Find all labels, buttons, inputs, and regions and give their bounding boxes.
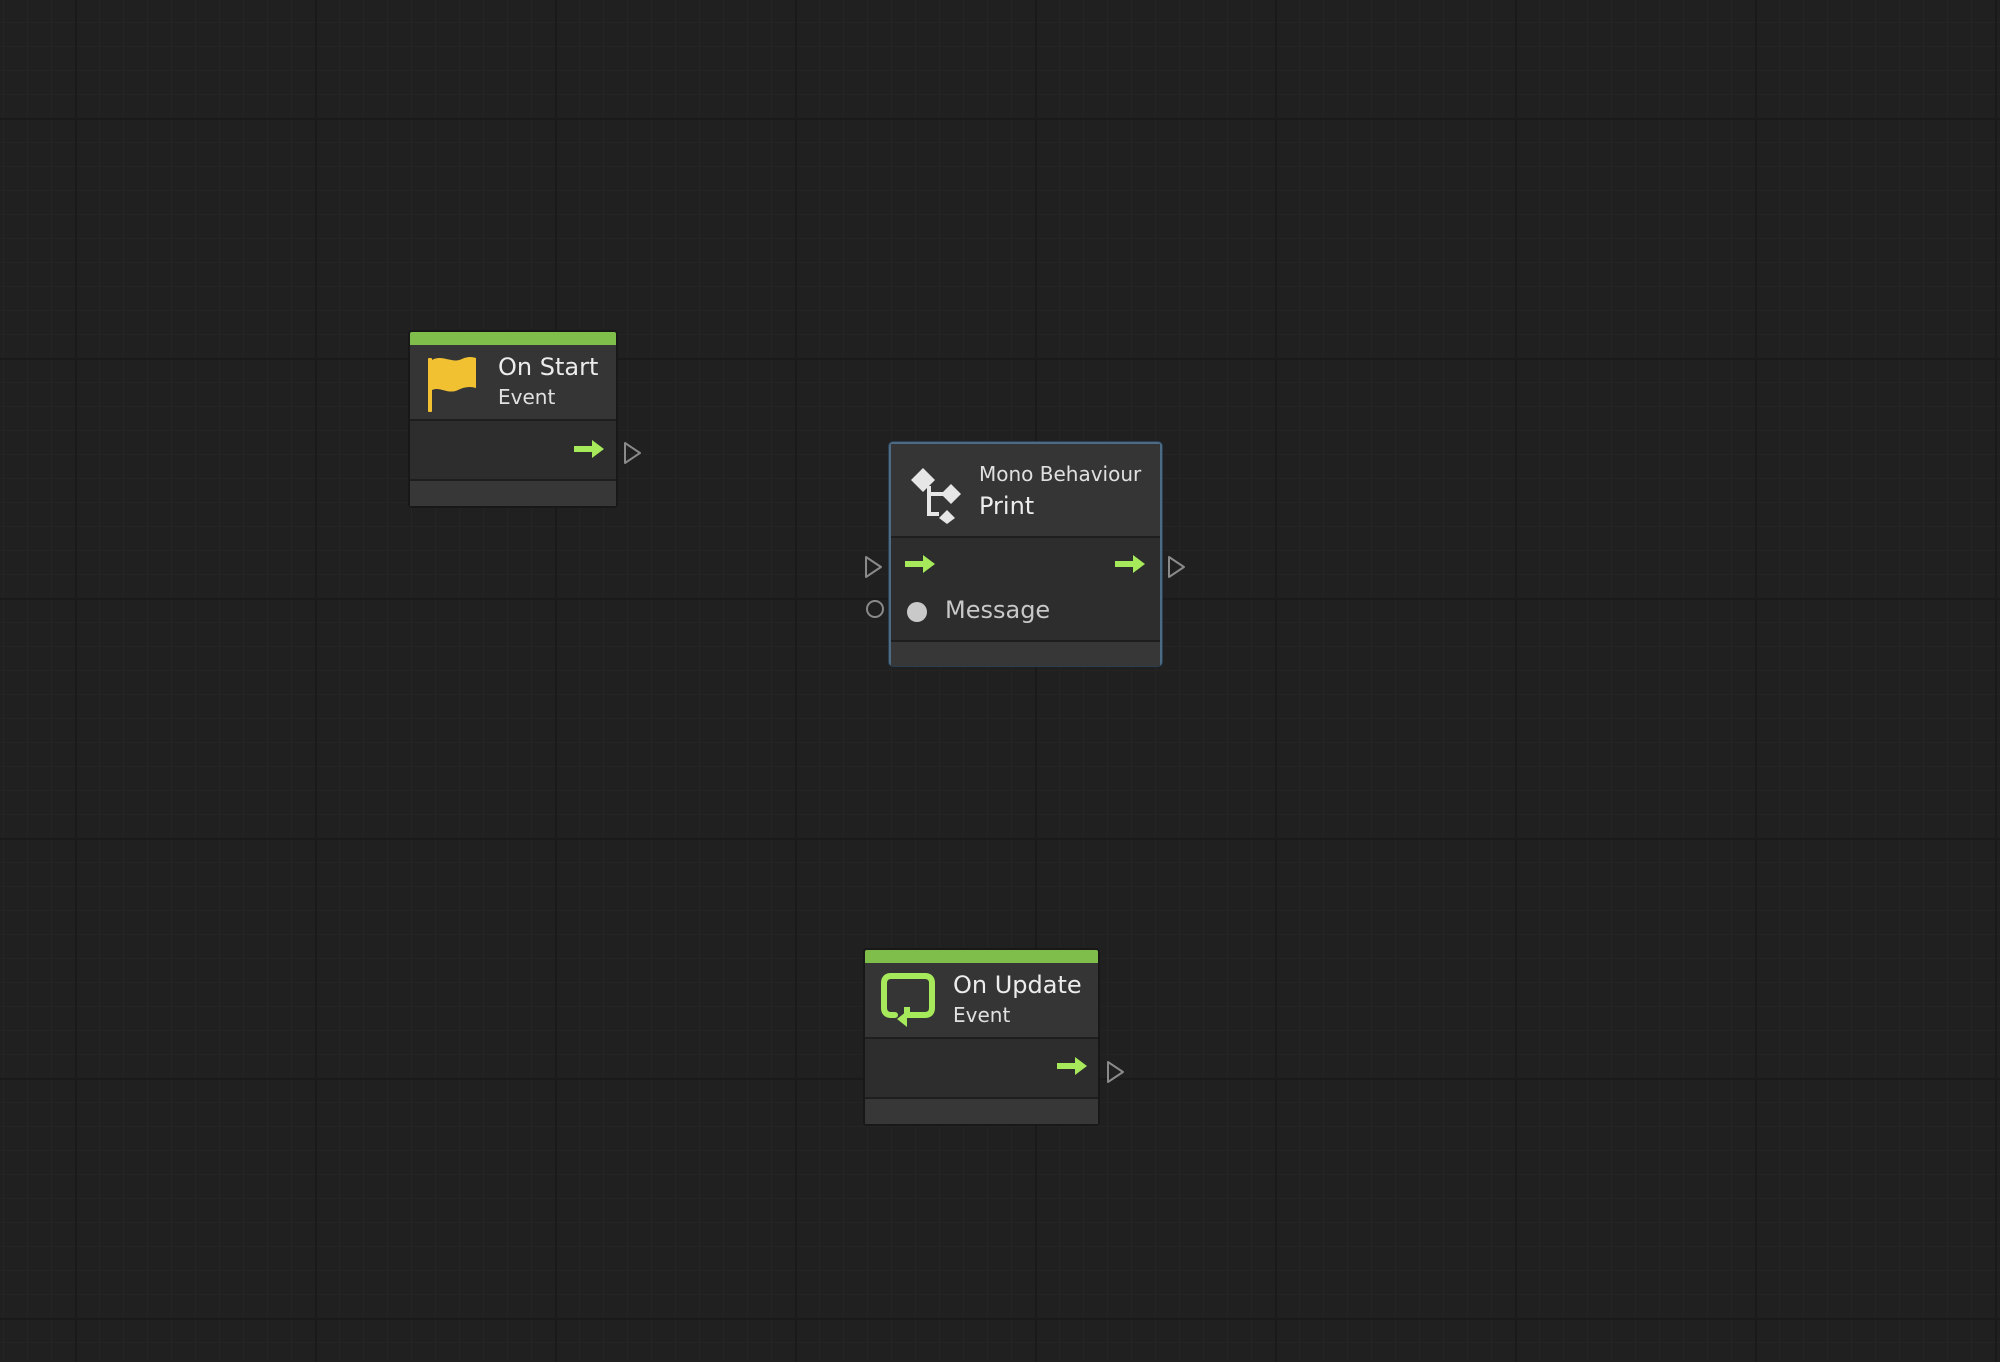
event-header-bar [410, 332, 616, 345]
graph-canvas[interactable]: On Start Event Mono Behaviour Print Mess… [0, 0, 2000, 1362]
flow-output-arrow-icon[interactable] [574, 439, 606, 459]
node-footer [865, 1099, 1098, 1124]
print-node[interactable]: Mono Behaviour Print Message [889, 442, 1162, 666]
message-input-dot[interactable] [907, 602, 927, 622]
on-start-node[interactable]: On Start Event [408, 330, 618, 508]
node-subtitle: Event [953, 1003, 1011, 1027]
flow-input-arrow-icon [905, 555, 935, 573]
flag-icon [428, 357, 476, 412]
flow-output-arrow-icon[interactable] [1115, 554, 1147, 574]
on-update-node[interactable]: On Update Event [863, 948, 1100, 1126]
flow-output-port-icon[interactable] [623, 441, 643, 465]
node-title: On Update [953, 971, 1082, 999]
node-footer [891, 642, 1160, 666]
node-title: Print [979, 492, 1035, 520]
flow-input-port-icon[interactable] [864, 555, 884, 579]
node-header: Mono Behaviour Print [891, 444, 1160, 538]
node-body [865, 1039, 1098, 1099]
node-body [410, 421, 616, 481]
message-port-label: Message [945, 596, 1051, 624]
flow-output-arrow-icon[interactable] [1057, 1056, 1089, 1076]
node-category: Mono Behaviour [979, 462, 1142, 486]
flow-output-port-icon[interactable] [1106, 1060, 1126, 1084]
loop-icon [881, 973, 935, 1027]
node-subtitle: Event [498, 385, 556, 409]
node-title: On Start [498, 353, 599, 381]
node-header: On Start Event [410, 345, 616, 421]
node-body: Message [891, 538, 1160, 642]
event-header-bar [865, 950, 1098, 963]
node-header: On Update Event [865, 963, 1098, 1039]
flow-graph-icon [911, 468, 961, 524]
node-footer [410, 481, 616, 506]
flow-output-port-icon[interactable] [1167, 555, 1187, 579]
value-input-port[interactable] [866, 600, 884, 618]
